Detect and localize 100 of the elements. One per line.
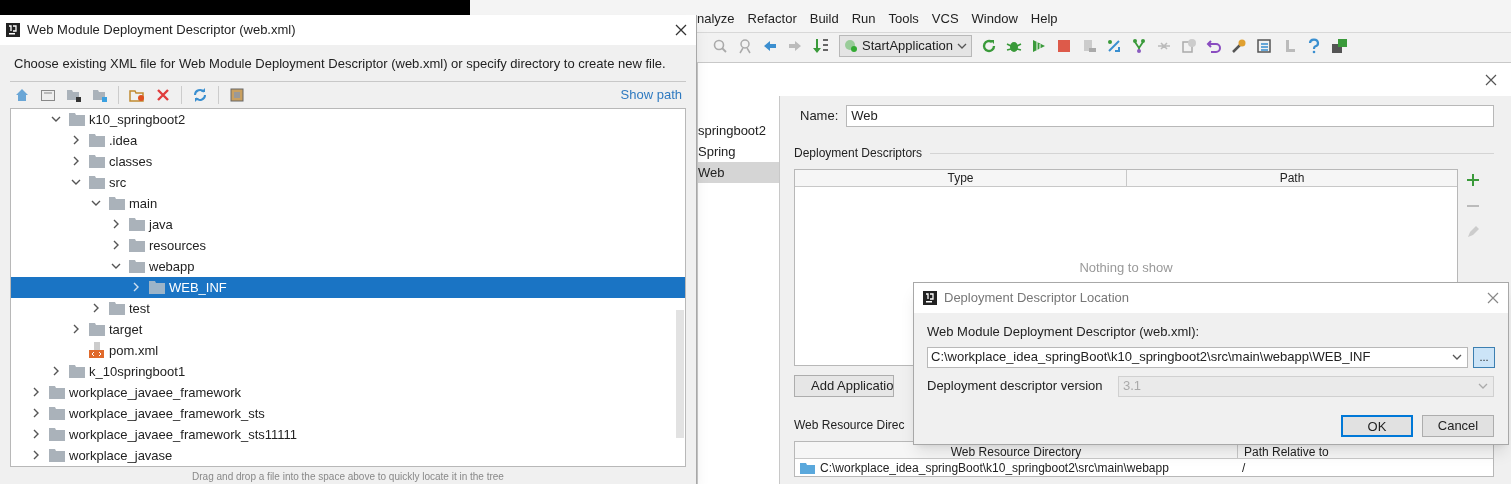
folder-icon bbox=[49, 406, 65, 420]
caret-icon bbox=[957, 41, 968, 50]
chevron-right-icon[interactable] bbox=[51, 366, 61, 377]
tree-row[interactable]: resources bbox=[11, 234, 685, 256]
folder-icon bbox=[129, 238, 145, 252]
name-label: Name: bbox=[800, 107, 839, 126]
home-icon[interactable] bbox=[14, 86, 30, 103]
tree-label: classes bbox=[109, 152, 153, 171]
run-config-label: StartApplication bbox=[862, 36, 954, 55]
tree-label: webapp bbox=[149, 257, 195, 276]
close-icon[interactable] bbox=[675, 23, 687, 36]
menu-item[interactable]: Tools bbox=[888, 9, 919, 32]
descriptor-path-field[interactable]: C:\workplace_idea_springBoot\k10_springboot2\src\main\webapp\WEB_INF bbox=[927, 346, 1468, 368]
folder-icon bbox=[69, 112, 85, 126]
description-text: Choose existing XML file for Web Module Deployment Descriptor (web.xml) or specify directory to create new file. bbox=[14, 55, 666, 71]
folder-icon bbox=[89, 154, 105, 168]
download-binary-icon[interactable] bbox=[812, 37, 830, 54]
tree-row[interactable]: main bbox=[11, 192, 685, 214]
person-search-icon[interactable] bbox=[737, 37, 753, 54]
menu-item[interactable]: nalyze bbox=[697, 9, 735, 32]
refresh-icon[interactable] bbox=[192, 86, 208, 103]
menu-item[interactable]: Refactor bbox=[747, 9, 797, 32]
tree-row[interactable]: workplace_javase bbox=[11, 444, 685, 466]
chip-icon[interactable] bbox=[229, 86, 245, 103]
search-icon[interactable] bbox=[712, 37, 728, 54]
column-header[interactable]: Path bbox=[1127, 170, 1457, 186]
tree-row[interactable]: .idea bbox=[11, 129, 685, 151]
add-application-button[interactable]: Add Applicatio bbox=[794, 374, 894, 397]
tree-row[interactable]: workplace_javaee_framework_sts bbox=[11, 402, 685, 424]
show-path-link[interactable]: Show path bbox=[620, 85, 682, 105]
tree-label: target bbox=[109, 320, 143, 339]
tree-row[interactable]: classes bbox=[11, 150, 685, 172]
close-icon[interactable] bbox=[1485, 73, 1497, 86]
tree-label: pom.xml bbox=[109, 341, 159, 360]
project-structure-icon[interactable] bbox=[1256, 37, 1273, 54]
tree-label: src bbox=[109, 173, 127, 192]
scrollbar[interactable] bbox=[676, 309, 684, 438]
empty-text: Nothing to show bbox=[1079, 259, 1173, 278]
dialog-button[interactable]: Cancel bbox=[1422, 414, 1494, 437]
folder-icon bbox=[129, 259, 145, 273]
chevron-right-icon[interactable] bbox=[91, 303, 101, 314]
chevron-right-icon[interactable] bbox=[71, 324, 81, 335]
menu-item[interactable]: Run bbox=[851, 9, 876, 32]
tree-row[interactable]: webapp bbox=[11, 255, 685, 277]
module-item[interactable]: springboot2 bbox=[698, 120, 779, 141]
browse-button[interactable]: ... bbox=[1473, 346, 1495, 368]
chevron-right-icon[interactable] bbox=[111, 240, 121, 251]
section-title: Deployment Descriptors bbox=[794, 145, 923, 162]
window-title: Web Module Deployment Descriptor (web.xml) bbox=[27, 21, 297, 40]
tree-row[interactable]: workplace_javaee_framework_sts11111 bbox=[11, 423, 685, 445]
menu-item[interactable]: VCS bbox=[931, 9, 959, 32]
tree-row[interactable]: WEB_INF bbox=[11, 276, 685, 298]
folder-icon bbox=[49, 385, 65, 399]
column-header[interactable]: Path Relative to bbox=[1238, 445, 1493, 458]
tree-label: k10_springboot2 bbox=[89, 110, 186, 129]
undo-icon[interactable] bbox=[1206, 37, 1223, 54]
rerun-icon[interactable] bbox=[981, 37, 998, 54]
chevron-right-icon[interactable] bbox=[71, 135, 81, 146]
tree-label: WEB_INF bbox=[169, 278, 227, 297]
tree-row[interactable]: java bbox=[11, 213, 685, 235]
tree-row[interactable]: k10_springboot2 bbox=[11, 108, 685, 130]
folder-icon bbox=[129, 217, 145, 231]
run-config-dropdown[interactable]: StartApplication bbox=[839, 34, 973, 57]
chevron-right-icon[interactable] bbox=[131, 282, 141, 293]
chevron-right-icon[interactable] bbox=[71, 156, 81, 167]
stop-icon[interactable] bbox=[1056, 37, 1073, 54]
delete-icon[interactable] bbox=[155, 86, 171, 103]
tree-label: workplace_javaee_framework bbox=[69, 383, 241, 402]
tree-label: workplace_javase bbox=[69, 446, 173, 465]
tree-row[interactable]: test bbox=[11, 297, 685, 319]
column-header[interactable]: Type bbox=[795, 170, 1127, 186]
menu-item[interactable]: Window bbox=[971, 9, 1018, 32]
menu-item[interactable]: Build bbox=[809, 9, 839, 32]
folder-icon bbox=[109, 196, 125, 210]
tree-row[interactable]: pom.xml bbox=[11, 339, 685, 361]
tree-row[interactable]: k_10springboot1 bbox=[11, 360, 685, 382]
table-cell-text: C:\workplace_idea_springBoot\k10_springboot2\src\main\webapp bbox=[820, 459, 1169, 477]
tree-row[interactable]: src bbox=[11, 171, 685, 193]
chevron-right-icon[interactable] bbox=[31, 387, 41, 398]
chevron-right-icon[interactable] bbox=[111, 219, 121, 230]
tree-label: workplace_javaee_framework_sts bbox=[69, 404, 265, 423]
add-icon[interactable] bbox=[1466, 173, 1480, 187]
dialog-button[interactable]: OK bbox=[1341, 414, 1413, 437]
window-title: Deployment Descriptor Location bbox=[944, 289, 1130, 308]
tree-row[interactable]: workplace_javaee_framework bbox=[11, 381, 685, 403]
module-item[interactable]: Web bbox=[698, 162, 779, 183]
name-field[interactable]: Web bbox=[846, 105, 1494, 127]
settings-icon[interactable] bbox=[1231, 37, 1248, 54]
chevron-right-icon[interactable] bbox=[31, 408, 41, 419]
tree-label: .idea bbox=[109, 131, 138, 150]
module-item[interactable]: Spring bbox=[698, 141, 779, 162]
table-cell-text: / bbox=[1241, 459, 1246, 477]
folder-icon bbox=[109, 301, 125, 315]
menu-item[interactable]: Help bbox=[1030, 9, 1058, 32]
chevron-right-icon[interactable] bbox=[31, 450, 41, 461]
tree-row[interactable]: target bbox=[11, 318, 685, 340]
folder-icon bbox=[800, 461, 815, 474]
commit-icon[interactable] bbox=[1131, 37, 1148, 54]
chevron-right-icon[interactable] bbox=[31, 429, 41, 440]
tree-label: test bbox=[129, 299, 150, 318]
